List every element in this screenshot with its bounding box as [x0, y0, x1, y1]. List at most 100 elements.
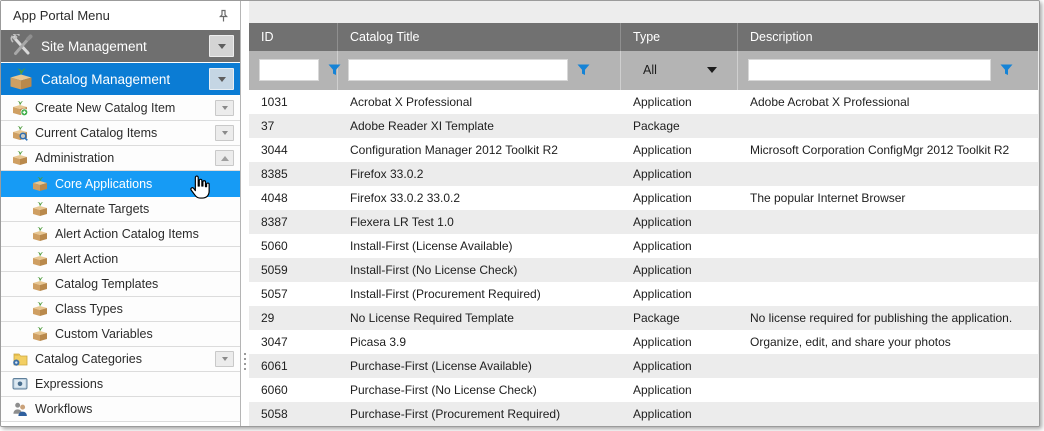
expand-button[interactable] — [215, 125, 234, 141]
title-filter-funnel-icon[interactable] — [577, 64, 590, 76]
cell-description — [738, 234, 1038, 258]
cell-title: Picasa 3.9 — [338, 330, 621, 354]
package-icon — [31, 276, 49, 293]
folder-gear-icon — [11, 351, 29, 368]
table-row[interactable]: 5058Purchase-First (Procurement Required… — [249, 402, 1038, 426]
cell-id: 5057 — [249, 282, 338, 306]
table-row[interactable]: 5057Install-First (Procurement Required)… — [249, 282, 1038, 306]
expand-button[interactable] — [215, 100, 234, 116]
cell-description — [738, 354, 1038, 378]
sidebar-item-alert-action[interactable]: Alert Action — [1, 247, 240, 272]
cell-type: Application — [621, 378, 738, 402]
package-icon — [31, 251, 49, 268]
cell-type: Application — [621, 282, 738, 306]
table-row[interactable]: 8385Firefox 33.0.2Application — [249, 162, 1038, 186]
cell-type: Package — [621, 306, 738, 330]
expand-button[interactable] — [209, 35, 234, 57]
table-row[interactable]: 5059Install-First (No License Check)Appl… — [249, 258, 1038, 282]
cell-title: Firefox 33.0.2 33.0.2 — [338, 186, 621, 210]
expand-button[interactable] — [209, 68, 234, 90]
cell-description — [738, 114, 1038, 138]
cell-id: 6061 — [249, 354, 338, 378]
cell-id: 3044 — [249, 138, 338, 162]
sidebar-item-class-types[interactable]: Class Types — [1, 297, 240, 322]
sidebar-item-site-management[interactable]: Site Management — [1, 30, 240, 63]
package-icon — [31, 301, 49, 318]
sidebar: App Portal Menu Site ManagementCatalog M… — [1, 1, 241, 426]
chevron-down-icon — [218, 77, 226, 82]
id-filter-input[interactable] — [259, 59, 319, 81]
table-row[interactable]: 3047Picasa 3.9ApplicationOrganize, edit,… — [249, 330, 1038, 354]
sidebar-item-catalog-categories[interactable]: Catalog Categories — [1, 347, 240, 372]
sidebar-item-workflows[interactable]: Workflows — [1, 397, 240, 422]
package-search-icon — [11, 125, 29, 142]
sidebar-item-administration[interactable]: Administration — [1, 146, 240, 171]
sidebar-item-label: Expressions — [35, 377, 234, 391]
sidebar-item-alert-action-catalog-items[interactable]: Alert Action Catalog Items — [1, 222, 240, 247]
cell-id: 6060 — [249, 378, 338, 402]
sidebar-item-custom-variables[interactable]: Custom Variables — [1, 322, 240, 347]
package-icon — [31, 326, 49, 343]
cell-type: Application — [621, 138, 738, 162]
chevron-down-icon — [222, 131, 228, 135]
column-header-description[interactable]: Description — [738, 23, 1038, 51]
cell-description — [738, 402, 1038, 426]
table-row[interactable]: 8387Flexera LR Test 1.0Application — [249, 210, 1038, 234]
cell-title: Install-First (License Available) — [338, 234, 621, 258]
main-panel: IDCatalog TitleTypeDescription A — [249, 1, 1039, 426]
cell-id: 8385 — [249, 162, 338, 186]
expression-icon — [11, 376, 29, 393]
package-icon — [11, 150, 29, 167]
sidebar-item-label: Alternate Targets — [55, 202, 234, 216]
sidebar-item-catalog-templates[interactable]: Catalog Templates — [1, 272, 240, 297]
cell-type: Application — [621, 402, 738, 426]
sidebar-item-alternate-targets[interactable]: Alternate Targets — [1, 197, 240, 222]
sidebar-item-current-catalog-items[interactable]: Current Catalog Items — [1, 121, 240, 146]
grid-filter-row: All — [249, 51, 1038, 90]
expand-button[interactable] — [215, 351, 234, 367]
panel-splitter[interactable] — [242, 1, 249, 426]
cell-title: Purchase-First (No License Check) — [338, 378, 621, 402]
package-icon — [31, 175, 49, 192]
cell-title: No License Required Template — [338, 306, 621, 330]
cell-type: Application — [621, 186, 738, 210]
cell-type: Package — [621, 114, 738, 138]
sidebar-item-create-new-catalog-item[interactable]: Create New Catalog Item — [1, 96, 240, 121]
table-row[interactable]: 6060Purchase-First (No License Check)App… — [249, 378, 1038, 402]
collapse-button[interactable] — [215, 150, 234, 166]
type-filter-cell: All — [621, 51, 738, 90]
title-filter-input[interactable] — [348, 59, 568, 81]
table-row[interactable]: 1031Acrobat X ProfessionalApplicationAdo… — [249, 90, 1038, 114]
column-header-type[interactable]: Type — [621, 23, 738, 51]
description-filter-cell — [738, 51, 1038, 90]
sidebar-item-catalog-management[interactable]: Catalog Management — [1, 63, 240, 96]
table-row[interactable]: 29No License Required TemplatePackageNo … — [249, 306, 1038, 330]
cell-title: Acrobat X Professional — [338, 90, 621, 114]
cell-description — [738, 282, 1038, 306]
cell-description: Organize, edit, and share your photos — [738, 330, 1038, 354]
chevron-down-icon — [218, 44, 226, 49]
cell-title: Install-First (Procurement Required) — [338, 282, 621, 306]
type-filter-dropdown[interactable]: All — [631, 63, 723, 77]
cell-type: Application — [621, 90, 738, 114]
table-row[interactable]: 4048Firefox 33.0.2 33.0.2ApplicationThe … — [249, 186, 1038, 210]
cell-id: 37 — [249, 114, 338, 138]
cell-description — [738, 210, 1038, 234]
package-icon — [31, 201, 49, 218]
column-header-title[interactable]: Catalog Title — [338, 23, 621, 51]
pin-icon[interactable] — [216, 8, 230, 24]
sidebar-item-label: Site Management — [41, 39, 209, 54]
cell-type: Application — [621, 258, 738, 282]
description-filter-input[interactable] — [748, 59, 991, 81]
description-filter-funnel-icon[interactable] — [1000, 64, 1013, 76]
table-row[interactable]: 5060Install-First (License Available)App… — [249, 234, 1038, 258]
column-header-id[interactable]: ID — [249, 23, 338, 51]
sidebar-item-expressions[interactable]: Expressions — [1, 372, 240, 397]
chevron-down-icon — [222, 106, 228, 110]
table-row[interactable]: 37Adobe Reader XI TemplatePackage — [249, 114, 1038, 138]
table-row[interactable]: 6061Purchase-First (License Available)Ap… — [249, 354, 1038, 378]
table-row[interactable]: 3044Configuration Manager 2012 Toolkit R… — [249, 138, 1038, 162]
sidebar-item-label: Current Catalog Items — [35, 126, 215, 140]
cell-title: Adobe Reader XI Template — [338, 114, 621, 138]
sidebar-item-core-applications[interactable]: Core Applications — [1, 171, 240, 197]
